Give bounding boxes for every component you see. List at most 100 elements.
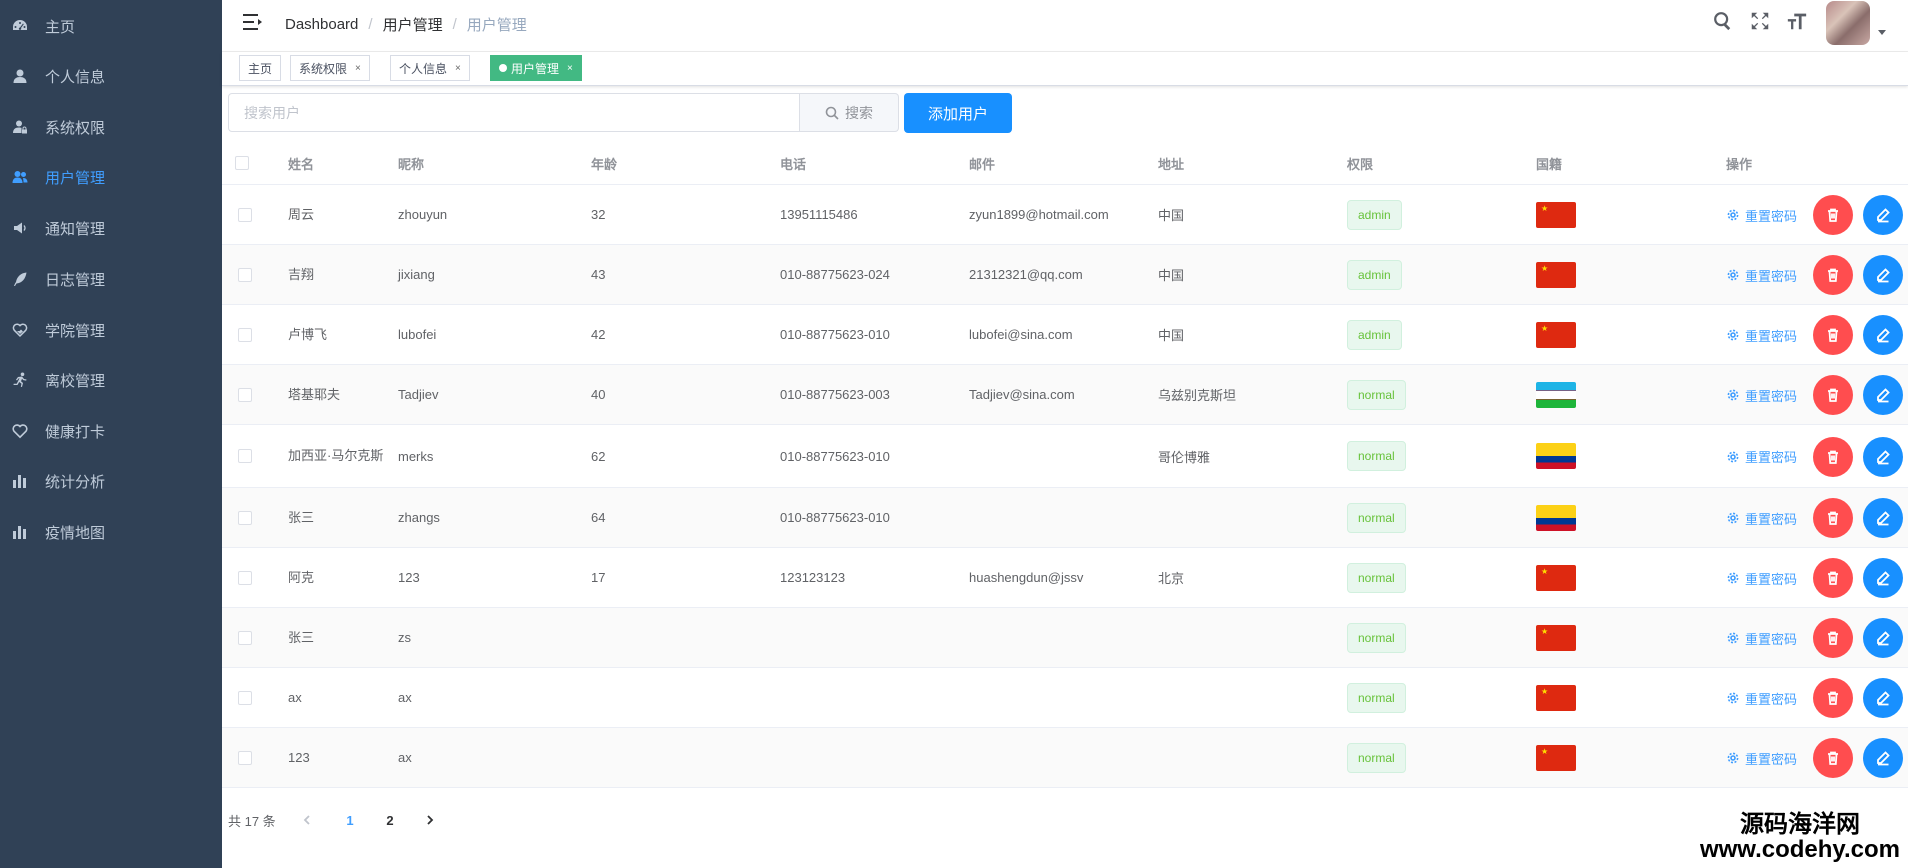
table-row: ax ax normal ★ 重置密码 bbox=[222, 668, 1908, 728]
row-checkbox[interactable] bbox=[238, 449, 252, 463]
edit-button[interactable] bbox=[1863, 738, 1903, 778]
row-checkbox[interactable] bbox=[238, 327, 252, 342]
edit-button[interactable] bbox=[1863, 375, 1903, 415]
edit-button[interactable] bbox=[1863, 558, 1903, 598]
close-icon[interactable]: × bbox=[355, 63, 361, 74]
reset-password-link[interactable]: 重置密码 bbox=[1727, 689, 1797, 708]
delete-button[interactable] bbox=[1813, 738, 1853, 778]
checkbox-cell bbox=[238, 425, 252, 487]
reset-password-link[interactable]: 重置密码 bbox=[1727, 266, 1797, 285]
search-button[interactable]: 搜索 bbox=[800, 93, 899, 132]
table-row: 周云 zhouyun 32 13951115486 zyun1899@hotmail.c… bbox=[222, 185, 1908, 245]
breadcrumb-item[interactable]: Dashboard bbox=[285, 16, 358, 33]
trash-icon bbox=[1828, 571, 1838, 585]
edit-button[interactable] bbox=[1863, 315, 1903, 355]
nickname-cell: 123 bbox=[398, 570, 420, 585]
email-cell: zyun1899@hotmail.com bbox=[969, 207, 1109, 222]
breadcrumb-item[interactable]: 用户管理 bbox=[383, 14, 443, 35]
row-checkbox[interactable] bbox=[238, 387, 252, 402]
role-tag: admin bbox=[1347, 319, 1402, 350]
row-checkbox[interactable] bbox=[238, 750, 252, 765]
delete-button[interactable] bbox=[1813, 315, 1853, 355]
sidebar-item-label: 主页 bbox=[45, 18, 76, 36]
age-cell: 62 bbox=[591, 448, 606, 464]
actions-cell: 重置密码 bbox=[1727, 245, 1907, 305]
phone-cell: 010-88775623-010 bbox=[780, 510, 890, 525]
page-button[interactable]: 1 bbox=[338, 808, 362, 832]
tag-item[interactable]: 主页 bbox=[239, 55, 282, 81]
font-size-icon[interactable] bbox=[1786, 10, 1810, 34]
sidebar-item[interactable]: 疫情地图 bbox=[0, 512, 222, 552]
delete-button[interactable] bbox=[1813, 678, 1853, 718]
sidebar-item[interactable]: 主页 bbox=[0, 6, 222, 46]
tag-item[interactable]: 系统权限 × bbox=[290, 55, 370, 81]
select-all-checkbox[interactable] bbox=[235, 156, 249, 170]
sidebar-item[interactable]: 个人信息 bbox=[0, 56, 222, 96]
close-icon[interactable]: × bbox=[455, 63, 461, 74]
reset-password-link[interactable]: 重置密码 bbox=[1727, 206, 1797, 225]
sidebar-item[interactable]: 统计分析 bbox=[0, 461, 222, 501]
hamburger-icon[interactable] bbox=[242, 11, 264, 33]
reset-password-link[interactable]: 重置密码 bbox=[1727, 386, 1797, 405]
sidebar-item[interactable]: 用户管理 bbox=[0, 157, 222, 197]
tag-item[interactable]: 个人信息 × bbox=[390, 55, 470, 81]
delete-button[interactable] bbox=[1813, 558, 1853, 598]
page-button[interactable]: 2 bbox=[378, 808, 402, 832]
delete-button[interactable] bbox=[1813, 195, 1853, 235]
tag-item[interactable]: 用户管理 × bbox=[490, 55, 582, 81]
delete-button[interactable] bbox=[1813, 618, 1853, 658]
reset-password-link[interactable]: 重置密码 bbox=[1727, 569, 1797, 588]
trash-icon bbox=[1828, 208, 1838, 222]
close-icon[interactable]: × bbox=[567, 63, 573, 74]
role-cell: normal bbox=[1347, 608, 1406, 667]
add-user-button[interactable]: 添加用户 bbox=[904, 93, 1012, 133]
nickname-cell: zhangs bbox=[398, 510, 440, 525]
trash-icon bbox=[1828, 450, 1838, 464]
reset-password-link[interactable]: 重置密码 bbox=[1727, 629, 1797, 648]
gear-icon bbox=[1727, 329, 1739, 341]
row-checkbox[interactable] bbox=[238, 510, 252, 525]
address-cell: 中国 bbox=[1158, 268, 1185, 283]
caret-down-icon[interactable] bbox=[1878, 30, 1886, 35]
edit-button[interactable] bbox=[1863, 678, 1903, 718]
edit-button[interactable] bbox=[1863, 618, 1903, 658]
row-checkbox[interactable] bbox=[238, 630, 252, 645]
row-checkbox[interactable] bbox=[238, 207, 252, 222]
delete-button[interactable] bbox=[1813, 436, 1853, 477]
edit-icon bbox=[1877, 449, 1890, 464]
role-cell: admin bbox=[1347, 185, 1402, 244]
reset-password-link[interactable]: 重置密码 bbox=[1727, 326, 1797, 345]
reset-password-link[interactable]: 重置密码 bbox=[1727, 749, 1797, 768]
edit-button[interactable] bbox=[1863, 255, 1903, 295]
fullscreen-icon[interactable] bbox=[1749, 10, 1773, 34]
reset-password-link[interactable]: 重置密码 bbox=[1727, 509, 1797, 528]
watermark-line: www.codehy.com bbox=[1699, 835, 1900, 863]
row-checkbox[interactable] bbox=[238, 690, 252, 705]
sidebar-item[interactable]: 健康打卡 bbox=[0, 411, 222, 451]
sidebar-item[interactable]: 系统权限 bbox=[0, 107, 222, 147]
trash-icon bbox=[1828, 268, 1838, 282]
next-page-button[interactable] bbox=[418, 808, 442, 832]
avatar[interactable] bbox=[1826, 1, 1870, 45]
checkbox-cell bbox=[238, 245, 252, 304]
search-input[interactable] bbox=[228, 93, 800, 132]
row-checkbox[interactable] bbox=[238, 570, 252, 585]
name-cell: 123 bbox=[288, 749, 310, 765]
delete-button[interactable] bbox=[1813, 255, 1853, 295]
edit-button[interactable] bbox=[1863, 436, 1903, 477]
role-tag: admin bbox=[1347, 199, 1402, 230]
sidebar-item[interactable]: 日志管理 bbox=[0, 259, 222, 299]
row-checkbox[interactable] bbox=[238, 267, 252, 282]
prev-page-button[interactable] bbox=[295, 808, 319, 832]
edit-button[interactable] bbox=[1863, 195, 1903, 235]
delete-button[interactable] bbox=[1813, 375, 1853, 415]
checkbox-cell bbox=[238, 608, 252, 667]
edit-button[interactable] bbox=[1863, 498, 1903, 538]
search-icon[interactable] bbox=[1712, 10, 1736, 34]
column-header: 电话 bbox=[780, 156, 807, 172]
sidebar-item[interactable]: 学院管理 bbox=[0, 310, 222, 350]
reset-password-link[interactable]: 重置密码 bbox=[1727, 447, 1797, 466]
sidebar-item[interactable]: 通知管理 bbox=[0, 208, 222, 248]
delete-button[interactable] bbox=[1813, 498, 1853, 538]
sidebar-item[interactable]: 离校管理 bbox=[0, 360, 222, 400]
